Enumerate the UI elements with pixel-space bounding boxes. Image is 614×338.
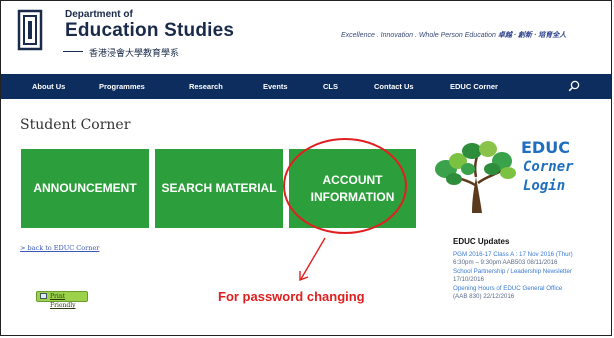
site-tagline: Excellence . Innovation . Whole Person E… xyxy=(341,30,566,40)
account-information-tile[interactable]: ACCOUNT INFORMATION xyxy=(289,149,416,228)
tagline-english: Excellence . Innovation . Whole Person E… xyxy=(341,32,496,39)
nav-programmes[interactable]: Programmes xyxy=(99,74,145,99)
dept-rule xyxy=(63,51,83,52)
nav-cls[interactable]: CLS xyxy=(323,74,338,99)
update-date: (AAB 830) 22/12/2016 xyxy=(453,293,515,300)
announcement-tile-label: ANNOUNCEMENT xyxy=(33,181,137,195)
nav-events[interactable]: Events xyxy=(263,74,288,99)
search-icon[interactable] xyxy=(568,80,580,92)
page-title: Student Corner xyxy=(20,117,131,133)
educ-updates-title: EDUC Updates xyxy=(453,237,510,246)
dept-name-line2: Education Studies xyxy=(65,20,235,41)
tagline-chinese: 卓越 · 創新 · 培育全人 xyxy=(497,32,567,39)
print-friendly-label: Print Friendly xyxy=(50,293,76,309)
update-date: 6:30pm – 9:30pm AAB503 08/11/2016 xyxy=(453,259,558,266)
dept-name-chinese: 香港浸會大學教育學系 xyxy=(89,49,180,59)
update-date: 17/10/2016 xyxy=(453,276,484,283)
update-link[interactable]: Opening Hours of EDUC General Office xyxy=(453,285,562,293)
update-link[interactable]: School Partnership / Leadership Newslett… xyxy=(453,268,572,276)
educ-logo-word-login: Login xyxy=(523,178,566,194)
announcement-tile[interactable]: ANNOUNCEMENT xyxy=(21,149,149,228)
printer-icon xyxy=(40,293,47,299)
search-material-tile[interactable]: SEARCH MATERIAL xyxy=(155,149,283,228)
educ-logo-word-educ: EDUC xyxy=(521,138,570,157)
print-friendly-button[interactable]: Print Friendly xyxy=(36,291,88,309)
nav-educ-corner[interactable]: EDUC Corner xyxy=(450,74,498,99)
nav-about-us[interactable]: About Us xyxy=(32,74,65,99)
password-annotation: For password changing xyxy=(218,289,365,304)
main-nav: About Us Programmes Research Events CLS … xyxy=(1,74,611,99)
tree-icon xyxy=(435,141,516,213)
department-logo-icon[interactable] xyxy=(17,7,43,53)
update-link[interactable]: PGM 2016-17 Class A : 17 Nov 2016 (Thur) xyxy=(453,251,573,259)
educ-corner-login-logo[interactable] xyxy=(430,135,600,215)
site-header: Department of Education Studies 香港浸會大學教育… xyxy=(1,1,611,74)
nav-research[interactable]: Research xyxy=(189,74,223,99)
educ-logo-word-corner: Corner xyxy=(523,159,574,175)
search-material-tile-label: SEARCH MATERIAL xyxy=(161,181,277,195)
back-to-educ-corner-link[interactable]: > back to EDUC Corner xyxy=(20,244,99,252)
account-information-tile-label: ACCOUNT INFORMATION xyxy=(310,172,395,204)
nav-contact-us[interactable]: Contact Us xyxy=(374,74,414,99)
dept-name-line1: Department of xyxy=(65,9,133,20)
